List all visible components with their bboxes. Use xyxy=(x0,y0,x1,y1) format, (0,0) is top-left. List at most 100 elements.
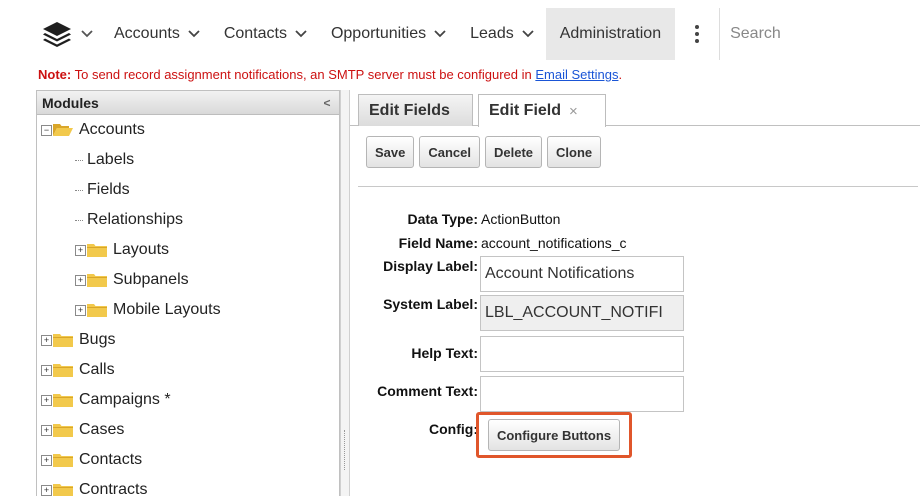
help-text-field[interactable] xyxy=(480,336,684,372)
clone-button[interactable]: Clone xyxy=(547,136,602,168)
modules-panel: Modules < − Accounts Labels Fields Relat… xyxy=(36,90,340,496)
splitter-grip xyxy=(344,430,346,470)
collapse-toggle[interactable]: − xyxy=(41,124,52,136)
top-navbar: Accounts Contacts Opportunities Leads Ad… xyxy=(0,8,920,60)
tree-item-label: Contacts xyxy=(79,451,143,468)
nav-contacts-label: Contacts xyxy=(223,25,287,42)
toolbar-divider xyxy=(358,186,918,187)
modules-header: Modules < xyxy=(37,91,339,115)
note-text: To send record assignment notifications,… xyxy=(71,67,536,82)
tree-item-accounts[interactable]: − Accounts xyxy=(41,115,145,145)
smtp-note: Note: To send record assignment notifica… xyxy=(38,67,622,82)
nav-administration[interactable]: Administration xyxy=(545,8,676,60)
tree-connector xyxy=(75,219,83,221)
system-label-field[interactable] xyxy=(480,295,684,331)
chevron-down-icon xyxy=(434,30,446,38)
help-text-label: Help Text: xyxy=(411,345,478,361)
nav-administration-label: Administration xyxy=(559,25,662,42)
chevron-down-icon xyxy=(522,30,534,38)
note-prefix: Note: xyxy=(38,67,72,82)
config-label: Config: xyxy=(429,421,478,437)
tree-item-contacts[interactable]: + Contacts xyxy=(41,445,142,475)
tree-item-bugs[interactable]: + Bugs xyxy=(41,325,115,355)
folder-icon xyxy=(53,334,73,347)
chevron-left-icon: < xyxy=(323,95,331,110)
tree-item-label: Mobile Layouts xyxy=(113,301,221,318)
nav-opportunities-label: Opportunities xyxy=(330,25,427,42)
delete-button[interactable]: Delete xyxy=(485,136,543,168)
cancel-button[interactable]: Cancel xyxy=(419,136,481,168)
layers-icon xyxy=(43,22,71,47)
system-label-label: System Label: xyxy=(383,296,478,312)
comment-text-label: Comment Text: xyxy=(377,383,478,399)
expand-toggle[interactable]: + xyxy=(75,274,86,286)
tree-item-label: Cases xyxy=(79,421,125,438)
tree-item-calls[interactable]: + Calls xyxy=(41,355,115,385)
expand-toggle[interactable]: + xyxy=(75,304,86,316)
display-label-label: Display Label: xyxy=(383,258,478,274)
expand-toggle[interactable]: + xyxy=(41,394,52,406)
display-label-field[interactable] xyxy=(480,256,684,292)
email-settings-link[interactable]: Email Settings xyxy=(535,67,618,82)
save-button[interactable]: Save xyxy=(366,136,415,168)
folder-icon xyxy=(53,424,73,437)
tree-item-subpanels[interactable]: + Subpanels xyxy=(75,265,189,295)
tree-item-layouts[interactable]: + Layouts xyxy=(75,235,169,265)
tree-item-mobile-layouts[interactable]: + Mobile Layouts xyxy=(75,295,221,325)
tree-item-relationships[interactable]: Relationships xyxy=(75,205,183,235)
configure-buttons-highlight: Configure Buttons xyxy=(476,412,632,458)
note-suffix: . xyxy=(618,67,623,82)
tree-item-campaigns[interactable]: + Campaigns * xyxy=(41,385,171,415)
tree-item-labels[interactable]: Labels xyxy=(75,145,134,175)
collapse-panel-button[interactable]: < xyxy=(315,96,339,110)
tree-item-label: Layouts xyxy=(113,241,170,258)
tab-label: Edit Field xyxy=(489,102,561,119)
folder-icon xyxy=(87,274,107,287)
expand-toggle[interactable]: + xyxy=(41,484,52,496)
tree-item-cases[interactable]: + Cases xyxy=(41,415,124,445)
tree-item-label: Contracts xyxy=(79,481,148,496)
expand-toggle[interactable]: + xyxy=(41,334,52,346)
nav-leads[interactable]: Leads xyxy=(458,8,546,60)
tree-item-contracts[interactable]: + Contracts xyxy=(41,475,147,496)
logo-dropdown-caret[interactable] xyxy=(72,30,102,38)
chevron-down-icon xyxy=(188,30,200,38)
folder-icon xyxy=(87,304,107,317)
data-type-value: ActionButton xyxy=(481,211,561,227)
tree-item-label: Campaigns * xyxy=(79,391,171,408)
folder-icon xyxy=(87,244,107,257)
tree-item-label: Labels xyxy=(87,151,135,168)
folder-icon xyxy=(53,454,73,467)
search-input[interactable]: Search xyxy=(720,8,920,60)
nav-more-button[interactable] xyxy=(675,8,719,60)
nav-contacts[interactable]: Contacts xyxy=(212,8,319,60)
comment-text-field[interactable] xyxy=(480,376,684,412)
chevron-down-icon xyxy=(295,30,307,38)
more-vertical-icon xyxy=(695,25,700,43)
tab-edit-fields[interactable]: Edit Fields xyxy=(358,94,473,126)
tab-edit-field[interactable]: Edit Field × xyxy=(478,94,606,127)
field-toolbar: Save Cancel Delete Clone xyxy=(366,136,602,168)
chevron-down-icon xyxy=(81,30,93,38)
editor-panel: Edit Fields Edit Field × Save Cancel Del… xyxy=(350,90,920,496)
tree-item-fields[interactable]: Fields xyxy=(75,175,130,205)
expand-toggle[interactable]: + xyxy=(41,424,52,436)
expand-toggle[interactable]: + xyxy=(75,244,86,256)
tree-connector xyxy=(75,189,83,191)
search-placeholder: Search xyxy=(730,25,781,42)
tree-item-label: Accounts xyxy=(79,121,145,138)
expand-toggle[interactable]: + xyxy=(41,454,52,466)
folder-icon xyxy=(53,484,73,496)
panel-splitter[interactable] xyxy=(340,90,350,496)
nav-accounts-label: Accounts xyxy=(114,25,180,42)
tree-item-label: Subpanels xyxy=(113,271,189,288)
nav-accounts[interactable]: Accounts xyxy=(102,8,212,60)
close-icon[interactable]: × xyxy=(569,103,578,120)
folder-icon xyxy=(53,364,73,377)
expand-toggle[interactable]: + xyxy=(41,364,52,376)
tree-connector xyxy=(75,159,83,161)
configure-buttons-button[interactable]: Configure Buttons xyxy=(487,419,621,451)
nav-opportunities[interactable]: Opportunities xyxy=(319,8,458,60)
nav-leads-label: Leads xyxy=(470,25,514,42)
tree-item-label: Fields xyxy=(87,181,130,198)
